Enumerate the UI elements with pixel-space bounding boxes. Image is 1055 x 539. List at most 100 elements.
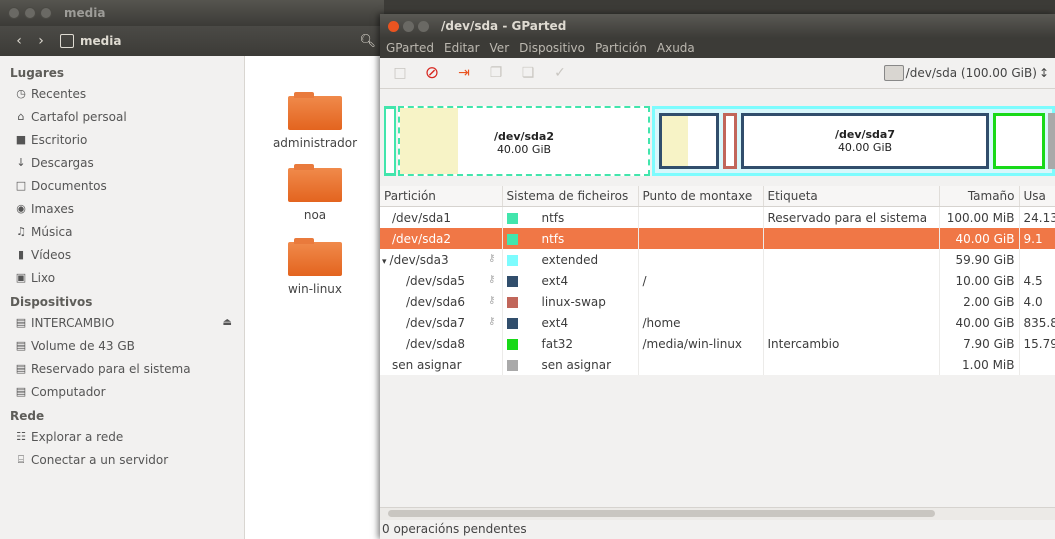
column-header-used[interactable]: Usa: [1019, 186, 1055, 207]
sidebar-item-videos[interactable]: ▮ Vídeos: [0, 243, 244, 266]
sidebar-item-computer[interactable]: ▤ Computador: [0, 380, 244, 403]
sidebar-item-documents[interactable]: □ Documentos: [0, 174, 244, 197]
menu-partition[interactable]: Partición: [595, 41, 647, 55]
sidebar-heading-devices: Dispositivos: [10, 295, 93, 309]
cell-partition: ▾/dev/sda3 ⚷: [380, 249, 503, 270]
table-row[interactable]: /dev/sda7 ⚷ ext4/home 40.00 GiB835.83: [380, 312, 1055, 333]
sidebar-item-volume-43gb[interactable]: ▤ Volume de 43 GB: [0, 334, 244, 357]
map-partition-sda2[interactable]: /dev/sda2 40.00 GiB: [398, 106, 650, 176]
menu-gparted[interactable]: GParted: [386, 41, 434, 55]
cell-filesystem: ntfs: [502, 206, 639, 228]
breadcrumb-label: media: [80, 34, 122, 48]
map-partition-sda1[interactable]: [384, 106, 396, 176]
sidebar-item-connect-server[interactable]: ⌸ Conectar a un servidor: [0, 448, 244, 471]
download-icon: ↓: [16, 156, 26, 169]
paste-icon[interactable]: ❏: [518, 63, 538, 83]
forward-icon[interactable]: ›: [30, 33, 52, 49]
table-row[interactable]: /dev/sda6 ⚷ linux-swap 2.00 GiB 4.0: [380, 291, 1055, 312]
back-icon[interactable]: ‹: [8, 33, 30, 49]
menu-edit[interactable]: Editar: [444, 41, 480, 55]
video-icon: ▮: [17, 248, 25, 261]
table-row[interactable]: /dev/sda5 ⚷ ext4 / 10.00 GiB 4.5: [380, 270, 1055, 291]
column-header-mountpoint[interactable]: Punto de montaxe: [638, 186, 764, 207]
copy-icon[interactable]: ❐: [486, 63, 506, 83]
table-row[interactable]: ▾/dev/sda3 ⚷ extended 59.90 GiB: [380, 249, 1055, 270]
close-window-icon[interactable]: [388, 20, 399, 32]
table-row[interactable]: /dev/sda8 fat32/media/win-linux Intercambi…: [380, 333, 1055, 354]
map-sda2-name: /dev/sda2: [493, 130, 555, 143]
sidebar-item-recent[interactable]: ◷ Recentes: [0, 82, 244, 105]
disk-icon: [883, 65, 904, 81]
cell-used: 4.0: [1019, 291, 1055, 312]
folder-item-administrador[interactable]: administrador: [245, 92, 385, 150]
eject-icon[interactable]: ⏏: [223, 317, 232, 328]
fm-toolbar: ‹ › media 🔍︎: [0, 26, 384, 56]
menu-help[interactable]: Axuda: [657, 41, 695, 55]
sidebar-item-reserved[interactable]: ▤ Reservado para el sistema: [0, 357, 244, 380]
folder-icon: [288, 238, 342, 276]
sidebar-item-downloads[interactable]: ↓ Descargas: [0, 151, 244, 174]
minimize-window-icon[interactable]: [403, 20, 414, 32]
resize-move-icon[interactable]: ⇥: [454, 63, 474, 83]
cell-label: [763, 354, 940, 375]
cell-filesystem: sen asignar: [502, 354, 639, 375]
filesystem-color-swatch: [506, 275, 518, 287]
map-partition-sda7[interactable]: /dev/sda7 40.00 GiB: [741, 113, 989, 169]
maximize-window-icon[interactable]: [40, 7, 52, 19]
table-row[interactable]: sen asignar sen asignar 1.00 MiB: [380, 354, 1055, 375]
column-header-size[interactable]: Tamaño: [939, 186, 1020, 207]
search-icon[interactable]: 🔍︎: [359, 34, 376, 49]
map-unallocated[interactable]: [1048, 113, 1055, 169]
apply-icon[interactable]: ✓: [550, 63, 570, 83]
expander-icon[interactable]: ▾: [382, 257, 387, 267]
sidebar-item-pictures[interactable]: ◉ Imaxes: [0, 197, 244, 220]
minimize-window-icon[interactable]: [24, 7, 36, 19]
delete-partition-icon[interactable]: ⊘: [422, 63, 442, 83]
cell-filesystem: ext4: [502, 312, 639, 333]
horizontal-scrollbar[interactable]: [380, 507, 1055, 520]
column-header-partition[interactable]: Partición: [380, 186, 503, 207]
server-icon: ⌸: [17, 452, 25, 466]
map-sda2-size: 40.00 GiB: [496, 143, 552, 156]
filesystem-name: fat32: [541, 336, 574, 351]
map-partition-sda8[interactable]: [993, 113, 1045, 169]
menu-view[interactable]: Ver: [490, 41, 510, 55]
breadcrumb[interactable]: media: [60, 34, 121, 48]
sidebar-item-desktop[interactable]: ■ Escritorio: [0, 128, 244, 151]
maximize-window-icon[interactable]: [418, 20, 429, 32]
map-partition-sda5[interactable]: [659, 113, 719, 169]
drive-icon: ▤: [15, 362, 27, 375]
sidebar-item-home[interactable]: ⌂ Cartafol persoal: [0, 105, 244, 128]
column-header-filesystem[interactable]: Sistema de ficheiros: [502, 186, 639, 207]
menu-device[interactable]: Dispositivo: [519, 41, 585, 55]
filesystem-name: extended: [541, 252, 599, 267]
filesystem-name: sen asignar: [541, 357, 612, 372]
filesystem-color-swatch: [506, 212, 518, 224]
drive-icon: ▤: [15, 316, 27, 329]
device-selector[interactable]: /dev/sda (100.00 GiB) ↕: [883, 65, 1049, 81]
map-partition-sda6[interactable]: [723, 113, 737, 169]
sidebar-item-trash[interactable]: ▣ Lixo: [0, 266, 244, 289]
map-partition-sda3-extended[interactable]: /dev/sda7 40.00 GiB: [652, 106, 1055, 176]
cell-used: 835.83: [1019, 312, 1055, 333]
sidebar-item-browse-network[interactable]: ☷ Explorar a rede: [0, 425, 244, 448]
gparted-toolbar: □ ⊘ ⇥ ❐ ❏ ✓ /dev/sda (100.00 GiB) ↕: [380, 58, 1055, 89]
cell-mountpoint: [638, 354, 764, 375]
scrollbar-thumb[interactable]: [388, 510, 935, 517]
table-row[interactable]: /dev/sda1 ntfs Reservado para el sistema 10…: [380, 206, 1055, 228]
sidebar-item-intercambio[interactable]: ▤ INTERCAMBIO ⏏: [0, 311, 244, 334]
table-row[interactable]: /dev/sda2 ntfs 40.00 GiB 9.1: [380, 228, 1055, 249]
folder-item-win-linux[interactable]: win-linux: [245, 238, 385, 296]
column-header-label[interactable]: Etiqueta: [763, 186, 940, 207]
gparted-titlebar: /dev/sda - GParted: [380, 14, 1055, 38]
cell-filesystem: linux-swap: [502, 291, 639, 312]
close-window-icon[interactable]: [8, 7, 20, 19]
fm-window-title: media: [64, 6, 106, 20]
cell-mountpoint: [638, 249, 764, 270]
gparted-window-title: /dev/sda - GParted: [441, 19, 567, 33]
new-partition-icon[interactable]: □: [390, 63, 410, 83]
sidebar-item-music[interactable]: ♫ Música: [0, 220, 244, 243]
folder-item-noa[interactable]: noa: [245, 164, 385, 222]
cell-label: [763, 312, 940, 333]
cell-partition: /dev/sda7 ⚷: [380, 312, 503, 333]
